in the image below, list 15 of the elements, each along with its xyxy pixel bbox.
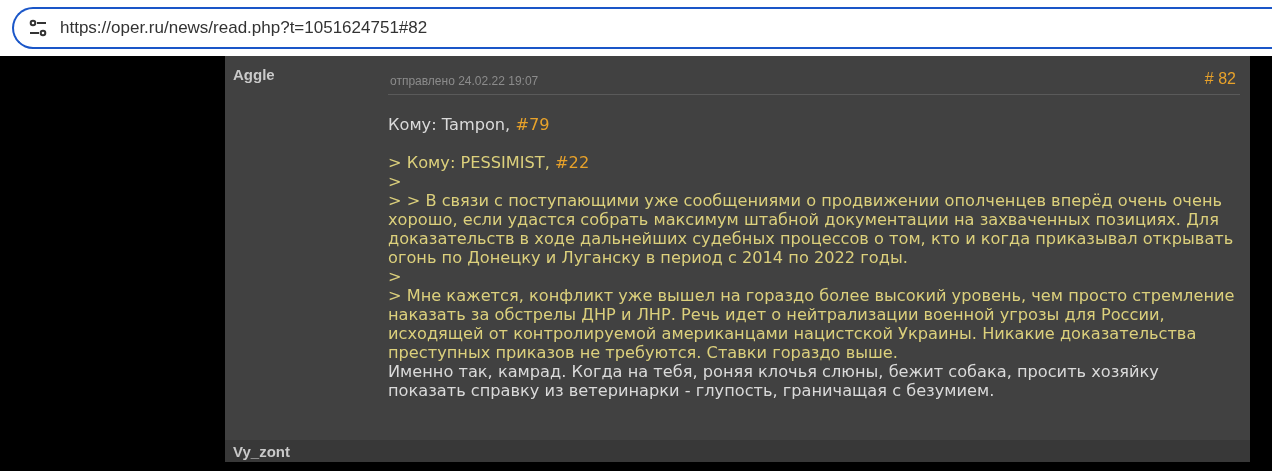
message-text: Кому: Tampon, #79 <box>388 115 551 134</box>
message-text: Именно так, камрад. Когда на тебя, роняя клочья слюны, бежит собака, просить хозяйку показать справку из ветеринарки - глупость, граничащая с безумием. <box>388 362 1160 400</box>
quoted-text: > Кому: PESSIMIST, #22 <box>388 153 591 172</box>
quoted-text: > <box>388 267 403 286</box>
author-name: Aggle <box>233 66 276 85</box>
post-number-link[interactable]: # 82 <box>1204 70 1236 88</box>
tune-icon[interactable] <box>28 18 48 38</box>
post-date: отправлено 24.02.22 19:07 <box>390 74 539 88</box>
quoted-text: > <box>388 172 403 191</box>
reply-link[interactable]: #79 <box>515 115 550 134</box>
quoted-text: > Мне кажется, конфликт уже вышел на гораздо более высокий уровень, чем просто стремление наказать за обстрелы ДНР и ЛНР. Речь идет о нейтрализации военной угрозы для России, исходящей от контролируемой американцами нацистской Украины. Никакие доказательства преступных приказов не требуются. Ставки гораздо выше. <box>388 286 1236 362</box>
author-name: Vy_zont <box>233 443 291 462</box>
quoted-text: > > В связи с поступающими уже сообщениями о продвижении ополченцев вперёд очень очень хорошо, если удастся собрать максимум штабной документации на захваченных позициях. Для доказательств в ходе дальнейших судебных процессов о том, кто и когда приказывал открывать огонь по Донецку и Луганску в период с 2014 по 2022 годы. <box>388 191 1235 267</box>
address-bar[interactable]: https://oper.ru/news/read.php?t=1051624751#82 <box>12 7 1272 49</box>
reply-link[interactable]: #22 <box>555 153 590 172</box>
